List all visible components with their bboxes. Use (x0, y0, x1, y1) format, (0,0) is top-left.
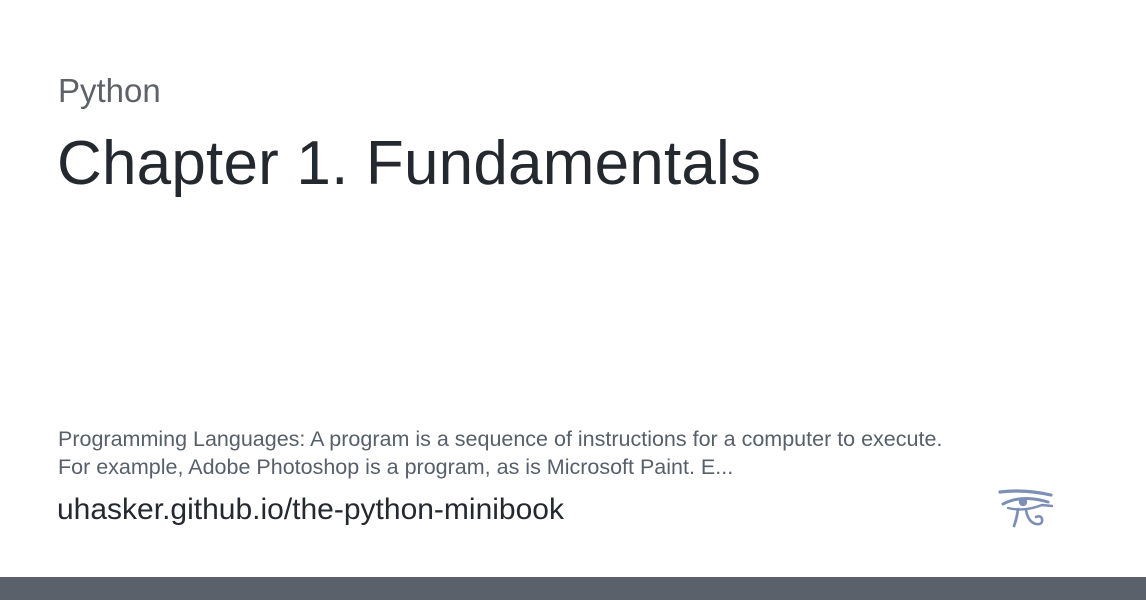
page-description: Programming Languages: A program is a se… (58, 425, 1058, 481)
eye-of-horus-icon (998, 489, 1054, 528)
description-line-2: For example, Adobe Photoshop is a progra… (58, 455, 734, 479)
bottom-accent-bar (0, 577, 1146, 600)
social-preview-card: Python Chapter 1. Fundamentals Programmi… (0, 0, 1146, 600)
site-url-link[interactable]: uhasker.github.io/the-python-minibook (57, 492, 564, 528)
description-line-1: Programming Languages: A program is a se… (58, 427, 943, 451)
category-label: Python (58, 72, 161, 109)
page-title: Chapter 1. Fundamentals (57, 129, 762, 198)
